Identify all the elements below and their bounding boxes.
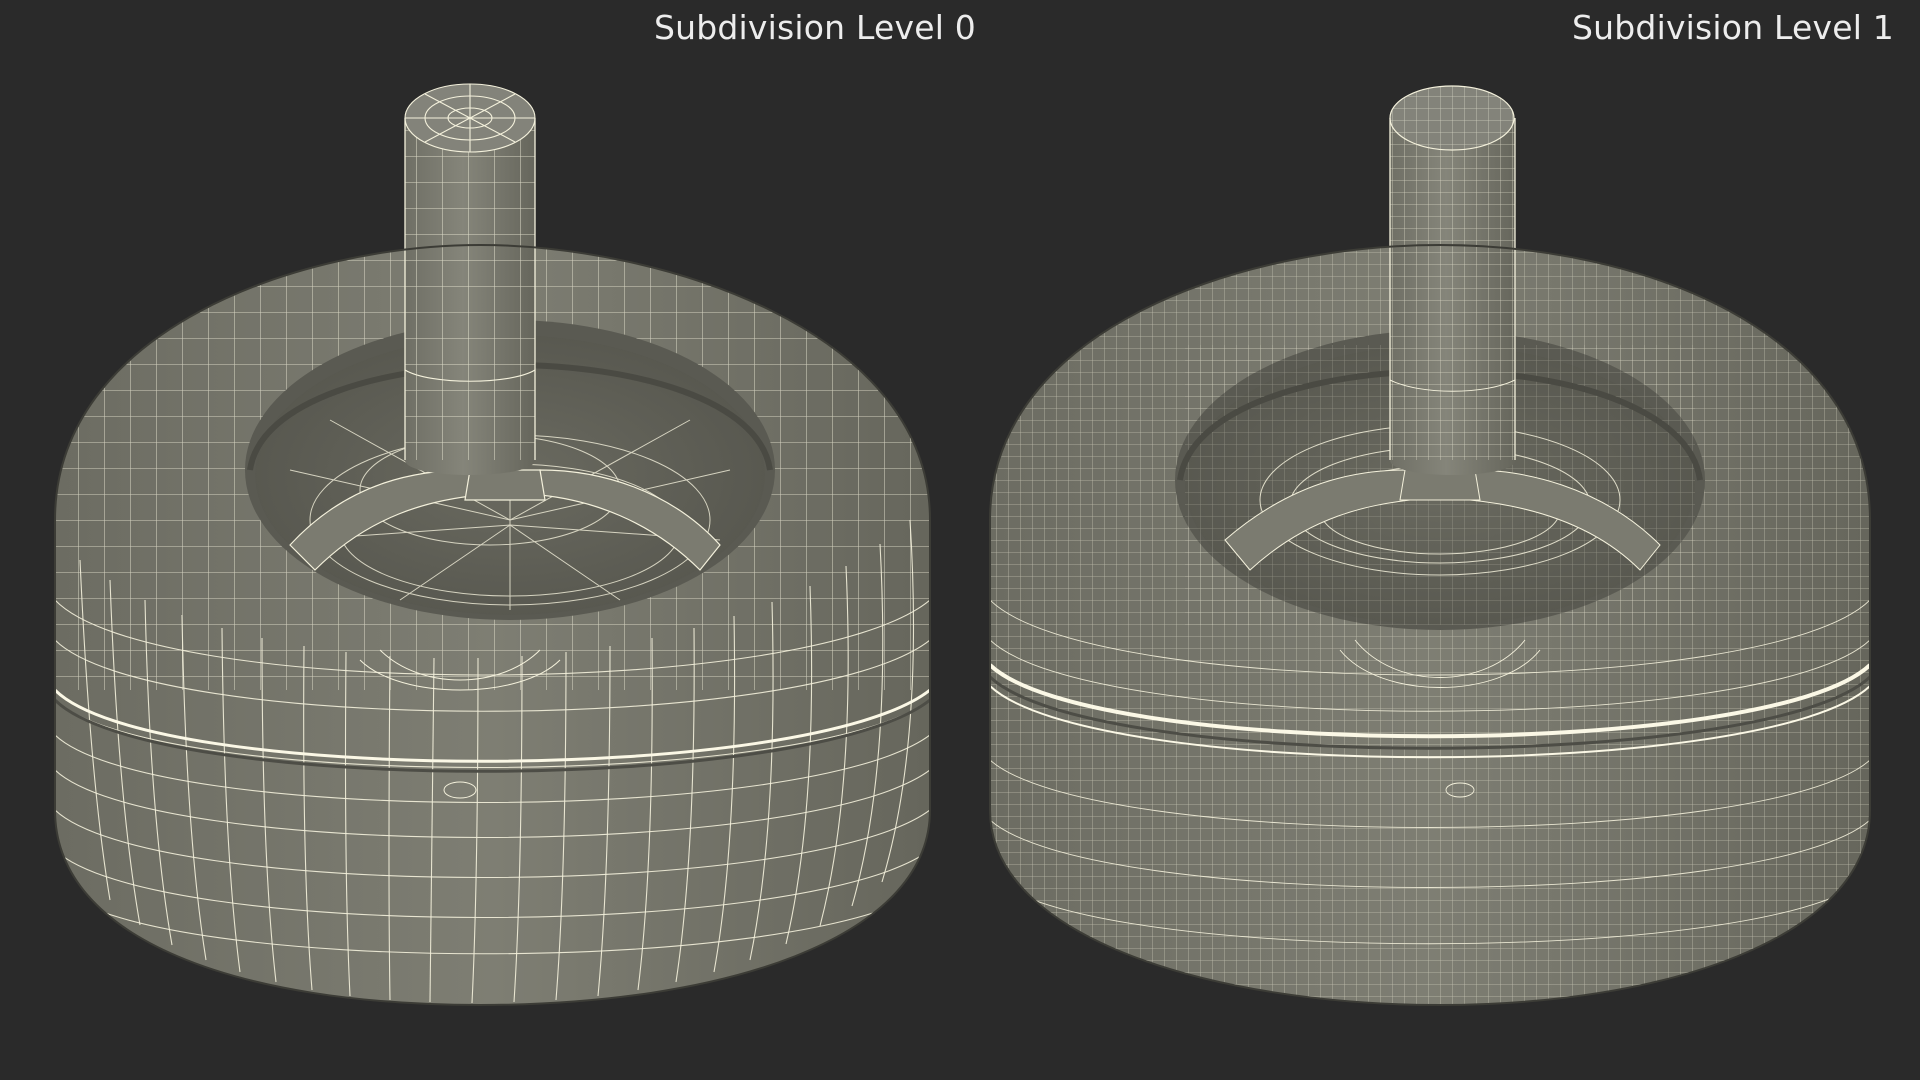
render-viewport: Subdivision Level 0 Subdivision Level 1 (0, 0, 1920, 1080)
label-subdivision-level-1: Subdivision Level 1 (1572, 8, 1894, 47)
label-subdivision-level-0: Subdivision Level 0 (654, 8, 976, 47)
ashtray-subdivision-0 (54, 83, 931, 1007)
ashtray-subdivision-1 (989, 85, 1871, 1007)
render-canvas (54, 83, 1871, 1007)
